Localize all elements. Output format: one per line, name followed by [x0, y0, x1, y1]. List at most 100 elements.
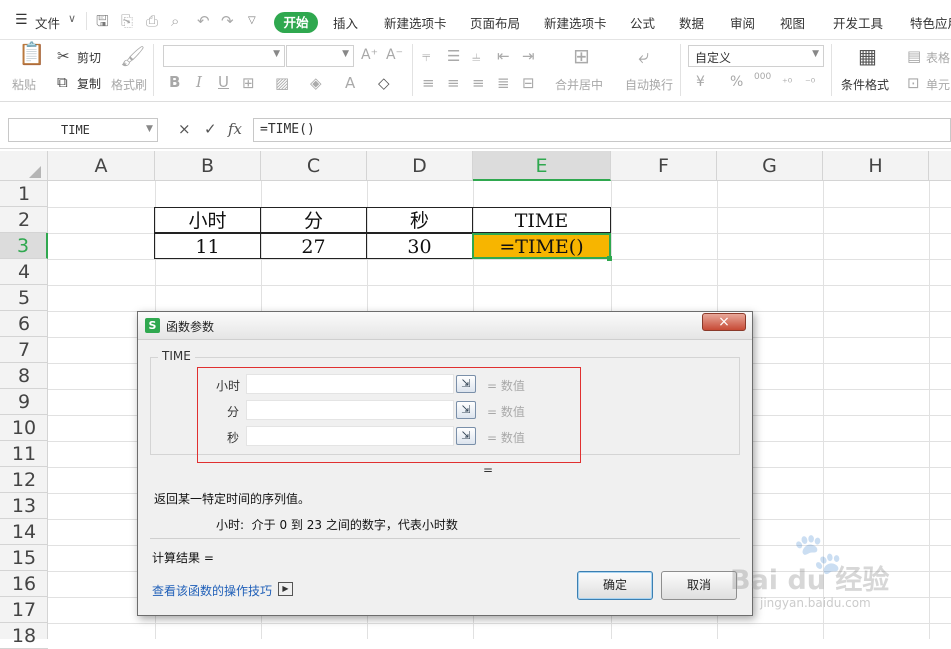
- tab-data[interactable]: 数据: [679, 13, 704, 32]
- print-icon[interactable]: ⎙: [146, 13, 158, 29]
- currency-button[interactable]: ¥: [696, 74, 705, 90]
- format-painter-button[interactable]: 格式刷: [111, 76, 147, 93]
- wrap-text-button[interactable]: 自动换行: [625, 76, 673, 93]
- row-header-11[interactable]: 11: [0, 441, 48, 467]
- range-picker-minute-icon[interactable]: ⇲: [456, 401, 476, 419]
- cell-d2[interactable]: 秒: [366, 207, 473, 233]
- font-color-icon[interactable]: A: [345, 75, 355, 91]
- cond-format-icon[interactable]: ▦: [858, 46, 877, 66]
- column-header-d[interactable]: D: [367, 151, 473, 181]
- cell-e3-active[interactable]: =TIME(): [472, 233, 611, 259]
- scissors-icon[interactable]: ✂: [57, 48, 70, 64]
- decimal-decrease-icon[interactable]: ⁻⁰: [805, 75, 815, 91]
- row-header-9[interactable]: 9: [0, 389, 48, 415]
- video-icon[interactable]: ▶: [278, 582, 293, 596]
- align-middle-icon[interactable]: ☰: [447, 48, 460, 64]
- cell-button[interactable]: 单元: [926, 76, 950, 93]
- table-style-icon[interactable]: ▤: [907, 48, 921, 64]
- font-shrink-button[interactable]: A⁻: [386, 47, 403, 63]
- dialog-close-button[interactable]: ×: [702, 313, 746, 331]
- insert-function-button[interactable]: fx: [228, 120, 242, 138]
- hamburger-icon[interactable]: ☰: [15, 12, 28, 28]
- column-header-h[interactable]: H: [823, 151, 929, 181]
- menu-file[interactable]: 文件: [35, 13, 60, 32]
- align-right-icon[interactable]: ≡: [472, 75, 485, 91]
- distribute-icon[interactable]: ⊟: [522, 75, 535, 91]
- confirm-formula-button[interactable]: ✓: [204, 120, 217, 138]
- wrap-icon[interactable]: ⤶: [638, 46, 649, 66]
- range-picker-second-icon[interactable]: ⇲: [456, 427, 476, 445]
- tab-insert[interactable]: 插入: [333, 13, 358, 32]
- font-size-combo[interactable]: ▼: [286, 45, 354, 67]
- paste-button[interactable]: 粘贴: [12, 76, 36, 93]
- row-header-8[interactable]: 8: [0, 363, 48, 389]
- cond-format-button[interactable]: 条件格式: [841, 76, 889, 93]
- arg-input-second[interactable]: [246, 426, 454, 446]
- align-center-icon[interactable]: ≡: [447, 75, 460, 91]
- export-icon[interactable]: ⎘: [121, 13, 133, 29]
- tab-page-layout[interactable]: 页面布局: [470, 13, 520, 32]
- font-name-combo[interactable]: ▼: [163, 45, 285, 67]
- tab-view[interactable]: 视图: [780, 13, 805, 32]
- copy-icon[interactable]: ⧉: [57, 74, 68, 90]
- number-format-combo[interactable]: 自定义 ▼: [688, 45, 824, 67]
- font-grow-button[interactable]: A⁺: [361, 47, 378, 63]
- row-header-6[interactable]: 6: [0, 311, 48, 337]
- redo-icon[interactable]: ↷: [221, 13, 234, 29]
- cell-d3[interactable]: 30: [366, 233, 473, 259]
- column-header-e[interactable]: E: [473, 151, 611, 181]
- tab-new-2[interactable]: 新建选项卡: [544, 13, 607, 32]
- underline-button[interactable]: U: [218, 73, 229, 91]
- row-header-18[interactable]: 18: [0, 623, 48, 649]
- column-header-b[interactable]: B: [155, 151, 261, 181]
- name-box[interactable]: TIME: [8, 118, 158, 142]
- row-header-14[interactable]: 14: [0, 519, 48, 545]
- column-header-a[interactable]: A: [48, 151, 155, 181]
- row-header-12[interactable]: 12: [0, 467, 48, 493]
- cell-icon[interactable]: ⊡: [907, 75, 920, 91]
- column-header-f[interactable]: F: [611, 151, 717, 181]
- tab-start[interactable]: 开始: [274, 12, 318, 33]
- merge-center-button[interactable]: 合并居中: [555, 76, 603, 93]
- ok-button[interactable]: 确定: [577, 571, 653, 600]
- range-picker-hour-icon[interactable]: ⇲: [456, 375, 476, 393]
- align-top-icon[interactable]: ⫧: [422, 48, 430, 64]
- tab-special[interactable]: 特色应用: [910, 13, 951, 32]
- row-header-1[interactable]: 1: [0, 181, 48, 207]
- paste-icon[interactable]: 📋: [18, 44, 45, 66]
- row-header-5[interactable]: 5: [0, 285, 48, 311]
- row-header-3[interactable]: 3: [0, 233, 48, 259]
- tab-developer[interactable]: 开发工具: [833, 13, 883, 32]
- select-all-corner[interactable]: [0, 151, 48, 181]
- align-bottom-icon[interactable]: ⫨: [472, 48, 480, 64]
- tab-formula[interactable]: 公式: [630, 13, 655, 32]
- row-header-17[interactable]: 17: [0, 597, 48, 623]
- outdent-icon[interactable]: ⇥: [522, 48, 535, 64]
- row-header-15[interactable]: 15: [0, 545, 48, 571]
- formula-input[interactable]: =TIME(): [253, 118, 951, 142]
- help-link[interactable]: 查看该函数的操作技巧: [152, 582, 272, 599]
- chevron-down-icon[interactable]: ▼: [146, 124, 153, 134]
- chevron-down-icon[interactable]: ∨: [68, 12, 76, 25]
- percent-button[interactable]: %: [730, 74, 743, 90]
- row-header-16[interactable]: 16: [0, 571, 48, 597]
- bold-button[interactable]: B: [169, 73, 180, 91]
- brush-icon[interactable]: 🖌: [120, 46, 145, 66]
- decimal-increase-icon[interactable]: ⁺⁰: [782, 75, 792, 91]
- more-icon[interactable]: ▽: [248, 13, 256, 29]
- cancel-formula-button[interactable]: ×: [178, 120, 191, 138]
- justify-icon[interactable]: ≣: [497, 75, 510, 91]
- merge-icon[interactable]: ⊞: [573, 46, 590, 66]
- thousands-button[interactable]: 000: [754, 72, 771, 82]
- row-header-4[interactable]: 4: [0, 259, 48, 285]
- undo-icon[interactable]: ↶: [197, 13, 210, 29]
- cancel-button[interactable]: 取消: [661, 571, 737, 600]
- row-header-10[interactable]: 10: [0, 415, 48, 441]
- eraser-icon[interactable]: ◇: [378, 75, 390, 91]
- cell-e2[interactable]: TIME: [472, 207, 611, 233]
- preview-icon[interactable]: ⌕: [171, 13, 179, 29]
- cell-b3[interactable]: 11: [154, 233, 261, 259]
- shade-icon[interactable]: ▨: [275, 75, 289, 91]
- cell-c2[interactable]: 分: [260, 207, 367, 233]
- copy-button[interactable]: 复制: [77, 75, 101, 92]
